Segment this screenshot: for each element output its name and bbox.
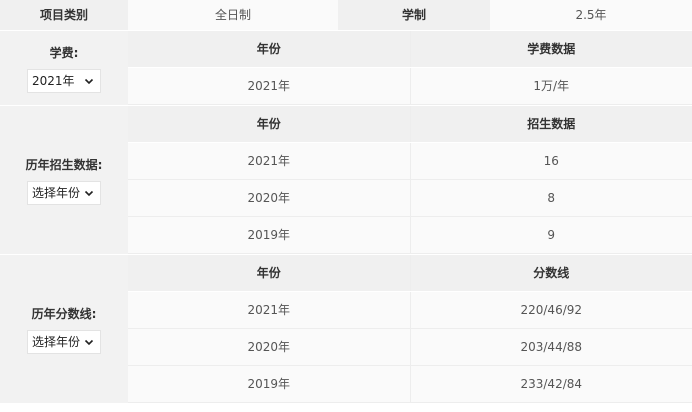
- table-row: 2021年 16: [128, 143, 692, 180]
- enrollment-cell: 16: [409, 143, 692, 179]
- enrollment-side: 历年招生数据: 选择年份: [0, 106, 128, 255]
- enrollment-section: 历年招生数据: 选择年份 年份 招生数据 2021年 16 2020年 8 20…: [0, 106, 692, 255]
- score-year-select-value: 选择年份: [32, 335, 81, 349]
- tuition-label: 学费:: [49, 45, 79, 60]
- tuition-side: 学费: 2021年: [0, 31, 128, 106]
- year-cell: 2019年: [247, 377, 291, 391]
- table-header-row: 年份 分数线: [128, 255, 692, 292]
- chevron-down-icon: [84, 190, 94, 196]
- enrollment-label: 历年招生数据:: [25, 157, 103, 172]
- chevron-down-icon: [84, 339, 94, 345]
- score-year-select[interactable]: 选择年份: [27, 329, 101, 354]
- table-row: 2021年 220/46/92: [128, 292, 692, 329]
- column-header-year: 年份: [256, 266, 281, 280]
- column-header-year: 年份: [256, 117, 281, 131]
- category-label: 项目类别: [0, 0, 128, 31]
- year-cell: 2021年: [247, 79, 291, 93]
- column-header-enrollment: 招生数据: [409, 106, 692, 142]
- year-cell: 2020年: [247, 340, 291, 354]
- tuition-cell: 1万/年: [409, 68, 692, 104]
- enrollment-cell: 8: [409, 180, 692, 216]
- score-label: 历年分数线:: [31, 306, 97, 321]
- year-cell: 2021年: [247, 303, 291, 317]
- table-header-row: 年份 学费数据: [128, 31, 692, 68]
- program-info-table: 项目类别 全日制 学制 2.5年 学费: 2021年 年份 学费数据 2021年…: [0, 0, 692, 412]
- score-side: 历年分数线: 选择年份: [0, 255, 128, 404]
- table-row: 2019年 233/42/84: [128, 366, 692, 403]
- table-row: 2019年 9: [128, 217, 692, 254]
- enrollment-grid: 年份 招生数据 2021年 16 2020年 8 2019年 9: [128, 106, 692, 255]
- duration-label: 学制: [338, 0, 490, 31]
- year-cell: 2019年: [247, 228, 291, 242]
- category-value: 全日制: [128, 0, 338, 31]
- tuition-year-select[interactable]: 2021年: [27, 68, 101, 93]
- score-section: 历年分数线: 选择年份 年份 分数线 2021年 220/46/92 2020年…: [0, 255, 692, 404]
- enrollment-year-select-value: 选择年份: [32, 186, 81, 200]
- program-summary-row: 项目类别 全日制 学制 2.5年: [0, 0, 692, 31]
- column-header-year: 年份: [256, 42, 281, 56]
- enrollment-year-select[interactable]: 选择年份: [27, 180, 101, 205]
- duration-value: 2.5年: [490, 0, 692, 31]
- score-cell: 233/42/84: [409, 366, 692, 402]
- score-cell: 220/46/92: [409, 292, 692, 328]
- tuition-year-select-value: 2021年: [32, 74, 75, 88]
- year-cell: 2021年: [247, 154, 291, 168]
- enrollment-cell: 9: [409, 217, 692, 253]
- score-cell: 203/44/88: [409, 329, 692, 365]
- year-cell: 2020年: [247, 191, 291, 205]
- tuition-section: 学费: 2021年 年份 学费数据 2021年 1万/年: [0, 31, 692, 106]
- tuition-grid: 年份 学费数据 2021年 1万/年: [128, 31, 692, 106]
- table-row: 2020年 203/44/88: [128, 329, 692, 366]
- table-header-row: 年份 招生数据: [128, 106, 692, 143]
- score-grid: 年份 分数线 2021年 220/46/92 2020年 203/44/88 2…: [128, 255, 692, 404]
- column-header-score: 分数线: [409, 255, 692, 291]
- column-header-tuition: 学费数据: [409, 31, 692, 67]
- chevron-down-icon: [84, 78, 94, 84]
- table-row: 2020年 8: [128, 180, 692, 217]
- table-row: 2021年 1万/年: [128, 68, 692, 105]
